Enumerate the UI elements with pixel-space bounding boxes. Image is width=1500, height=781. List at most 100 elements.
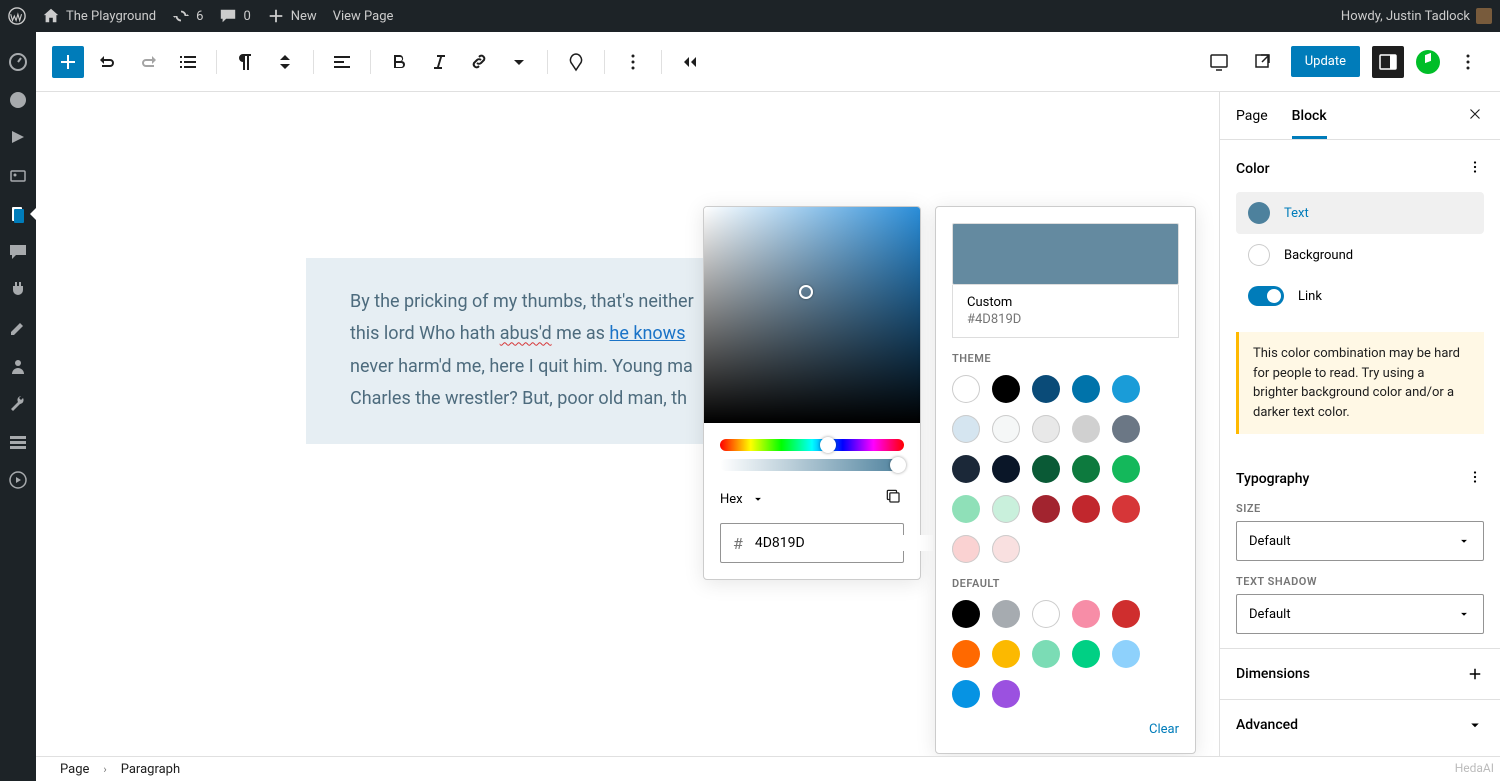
- italic-button[interactable]: [423, 46, 455, 78]
- color-swatch[interactable]: [1072, 375, 1100, 403]
- updates-link[interactable]: 6: [172, 7, 203, 25]
- menu-comments[interactable]: [8, 242, 28, 262]
- color-swatch[interactable]: [1072, 415, 1100, 443]
- update-button[interactable]: Update: [1291, 46, 1360, 77]
- link-button[interactable]: [463, 46, 495, 78]
- move-button[interactable]: [269, 46, 301, 78]
- color-swatch[interactable]: [952, 680, 980, 708]
- color-swatch[interactable]: [1112, 600, 1140, 628]
- typography-options-button[interactable]: [1466, 468, 1484, 490]
- color-swatch[interactable]: [952, 375, 980, 403]
- tab-block[interactable]: Block: [1292, 94, 1327, 138]
- saturation-cursor[interactable]: [799, 285, 813, 299]
- menu-posts[interactable]: [8, 128, 28, 148]
- editor-canvas[interactable]: By the pricking of my thumbs, that's nei…: [36, 92, 1219, 756]
- color-swatch[interactable]: [952, 495, 980, 523]
- color-swatch[interactable]: [1032, 375, 1060, 403]
- align-button[interactable]: [326, 46, 358, 78]
- new-link[interactable]: New: [267, 7, 317, 25]
- comments-link[interactable]: 0: [219, 7, 250, 25]
- color-format-select[interactable]: Hex: [720, 492, 765, 507]
- color-swatch[interactable]: [992, 535, 1020, 563]
- collapse-button[interactable]: [674, 46, 706, 78]
- hex-input[interactable]: #: [720, 523, 904, 563]
- breadcrumb-paragraph[interactable]: Paragraph: [121, 762, 180, 777]
- custom-color-info[interactable]: Custom #4D819D: [952, 285, 1179, 338]
- document-overview-button[interactable]: [172, 46, 204, 78]
- copy-color-button[interactable]: [884, 487, 904, 511]
- saturation-field[interactable]: [704, 207, 920, 423]
- clear-button[interactable]: Clear: [952, 722, 1179, 737]
- size-select[interactable]: Default: [1236, 521, 1484, 561]
- color-swatch[interactable]: [952, 640, 980, 668]
- shadow-select[interactable]: Default: [1236, 594, 1484, 634]
- menu-appearance[interactable]: [8, 318, 28, 338]
- color-swatch[interactable]: [1032, 415, 1060, 443]
- add-block-button[interactable]: [52, 46, 84, 78]
- site-home[interactable]: The Playground: [42, 7, 156, 25]
- dimensions-panel[interactable]: Dimensions: [1220, 648, 1500, 699]
- menu-media[interactable]: [8, 166, 28, 186]
- menu-tools[interactable]: [8, 394, 28, 414]
- menu-pages[interactable]: [8, 204, 28, 224]
- more-menu-button[interactable]: [1452, 46, 1484, 78]
- tab-page[interactable]: Page: [1236, 94, 1268, 138]
- undo-button[interactable]: [92, 46, 124, 78]
- color-swatch[interactable]: [952, 455, 980, 483]
- color-swatch[interactable]: [1072, 495, 1100, 523]
- highlight-button[interactable]: [560, 46, 592, 78]
- redo-button[interactable]: [132, 46, 164, 78]
- color-swatch[interactable]: [992, 375, 1020, 403]
- alpha-slider[interactable]: [720, 459, 904, 471]
- color-swatch[interactable]: [1032, 455, 1060, 483]
- color-row-text[interactable]: Text: [1236, 192, 1484, 234]
- menu-settings[interactable]: [8, 432, 28, 452]
- color-swatch[interactable]: [952, 600, 980, 628]
- color-swatch[interactable]: [952, 415, 980, 443]
- preview-button[interactable]: [1247, 46, 1279, 78]
- hue-slider[interactable]: [720, 439, 904, 451]
- color-row-background[interactable]: Background: [1236, 234, 1484, 276]
- color-swatch[interactable]: [992, 495, 1020, 523]
- color-swatch[interactable]: [1112, 455, 1140, 483]
- color-swatch[interactable]: [952, 535, 980, 563]
- color-swatch[interactable]: [992, 600, 1020, 628]
- user-greeting[interactable]: Howdy, Justin Tadlock: [1341, 8, 1492, 24]
- color-swatch[interactable]: [992, 640, 1020, 668]
- breadcrumb-page[interactable]: Page: [60, 762, 89, 777]
- menu-users[interactable]: [8, 356, 28, 376]
- more-format-button[interactable]: [503, 46, 535, 78]
- color-row-link[interactable]: Link: [1236, 276, 1484, 316]
- menu-plugins[interactable]: [8, 280, 28, 300]
- options-button[interactable]: [617, 46, 649, 78]
- color-swatch[interactable]: [992, 455, 1020, 483]
- menu-jetpack[interactable]: [8, 90, 28, 110]
- menu-dashboard[interactable]: [8, 52, 28, 72]
- paragraph-button[interactable]: [229, 46, 261, 78]
- color-swatch[interactable]: [1072, 600, 1100, 628]
- color-swatch[interactable]: [1032, 600, 1060, 628]
- color-swatch[interactable]: [1072, 640, 1100, 668]
- color-swatch[interactable]: [992, 680, 1020, 708]
- color-swatch[interactable]: [1032, 640, 1060, 668]
- sidebar-toggle-button[interactable]: [1372, 46, 1404, 78]
- hue-cursor[interactable]: [820, 437, 836, 453]
- hex-input-field[interactable]: [755, 535, 933, 551]
- wp-logo[interactable]: [8, 7, 26, 25]
- color-swatch[interactable]: [1032, 495, 1060, 523]
- bold-button[interactable]: [383, 46, 415, 78]
- device-preview-button[interactable]: [1203, 46, 1235, 78]
- color-swatch[interactable]: [1112, 375, 1140, 403]
- color-swatch[interactable]: [1072, 455, 1100, 483]
- link-toggle[interactable]: [1248, 286, 1284, 306]
- color-swatch[interactable]: [1112, 495, 1140, 523]
- advanced-panel[interactable]: Advanced: [1220, 699, 1500, 750]
- color-swatch[interactable]: [1112, 415, 1140, 443]
- color-swatch[interactable]: [1112, 640, 1140, 668]
- alpha-cursor[interactable]: [890, 457, 906, 473]
- link-text[interactable]: he knows: [609, 323, 685, 344]
- close-sidebar-button[interactable]: [1466, 105, 1484, 127]
- view-page-link[interactable]: View Page: [333, 9, 394, 24]
- menu-video[interactable]: [8, 470, 28, 490]
- jetpack-icon[interactable]: [1416, 50, 1440, 74]
